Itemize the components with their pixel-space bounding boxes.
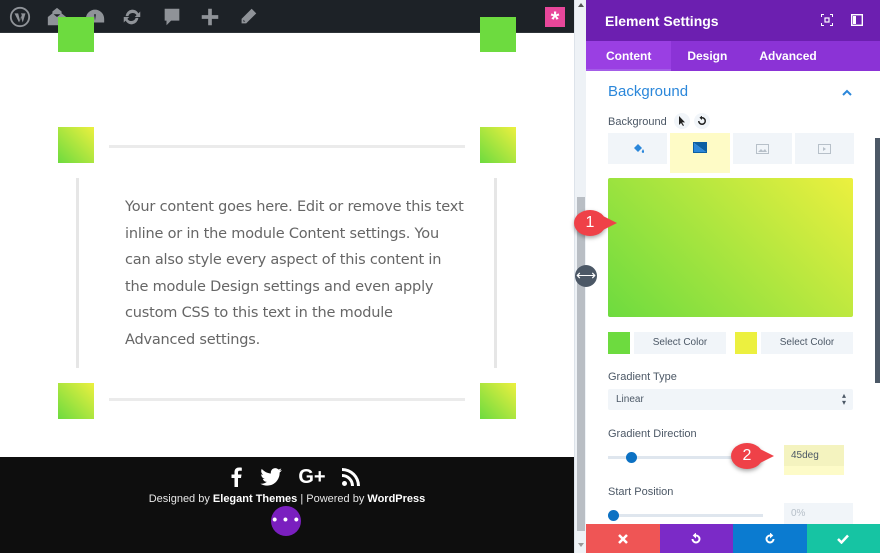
google-plus-icon[interactable]: G+ (296, 463, 328, 491)
start-position-slider-handle[interactable] (608, 510, 619, 521)
tab-advanced[interactable]: Advanced (743, 41, 832, 71)
updates-icon[interactable] (120, 5, 144, 29)
background-label: Background (608, 116, 667, 128)
element-settings-panel: Element Settings Content Design Advanced… (586, 0, 880, 553)
discard-button[interactable] (586, 524, 660, 553)
border-line-left (76, 178, 79, 368)
panel-action-buttons (586, 524, 880, 553)
gradient-square (58, 383, 94, 419)
divi-builder-badge[interactable]: * (545, 7, 565, 32)
bg-tab-video[interactable] (794, 133, 854, 164)
gradient-square (58, 127, 94, 163)
start-position-input[interactable]: 0% (784, 503, 853, 524)
annotation-marker-2: 2 (731, 443, 774, 469)
start-position-label: Start Position (608, 486, 674, 498)
comments-icon[interactable] (160, 5, 184, 29)
footer-credits: Designed by Elegant Themes | Powered by … (0, 493, 574, 505)
credits-prefix: Designed by (148, 493, 213, 505)
border-line-right (494, 178, 497, 368)
divider-line (109, 398, 465, 401)
panel-scrollbar-thumb[interactable] (875, 138, 880, 383)
gradient-direction-input[interactable]: 45deg (784, 445, 844, 466)
gradient-icon (692, 142, 707, 153)
fullscreen-icon[interactable] (821, 14, 833, 26)
select-arrows-icon: ▴ ▾ (841, 391, 846, 407)
redo-icon (765, 532, 775, 543)
gradient-square-top-right (480, 17, 516, 52)
divider-line (109, 145, 465, 148)
gradient-direction-label: Gradient Direction (608, 428, 697, 440)
gradient-type-value: Linear (616, 394, 644, 405)
select-start-color-button[interactable]: Select Color (634, 332, 726, 354)
page-preview: * Your content goes here. Edit or remove… (0, 0, 574, 553)
bg-tab-gradient[interactable] (670, 133, 730, 173)
gradient-type-select[interactable]: Linear ▴ ▾ (608, 389, 853, 410)
new-content-icon[interactable] (198, 5, 222, 29)
checkmark-icon (837, 534, 850, 544)
bg-tab-color[interactable] (608, 133, 668, 164)
gradient-start-swatch[interactable] (608, 332, 630, 354)
bg-tab-image[interactable] (732, 133, 792, 164)
undo-icon (691, 532, 701, 543)
credits-platform-link[interactable]: WordPress (367, 493, 425, 505)
tab-content[interactable]: Content (586, 41, 672, 71)
background-type-tabs (608, 133, 854, 173)
panel-title: Element Settings (605, 13, 719, 29)
gradient-square (480, 383, 516, 419)
close-icon (617, 533, 628, 544)
undo-button[interactable] (659, 524, 733, 553)
gradient-square-top-left (58, 17, 94, 52)
redo-button[interactable] (733, 524, 807, 553)
more-options-button[interactable]: • • • (271, 506, 301, 536)
divi-builder-screen: * Your content goes here. Edit or remove… (0, 0, 880, 553)
panel-header: Element Settings (586, 0, 880, 41)
text-module-content[interactable]: Your content goes here. Edit or remove t… (125, 194, 465, 353)
start-position-slider[interactable] (608, 514, 763, 517)
edit-icon[interactable] (236, 5, 260, 29)
wordpress-icon[interactable] (8, 5, 32, 29)
chevron-up-icon[interactable] (840, 86, 854, 100)
settings-tabs: Content Design Advanced (586, 41, 880, 71)
resize-handle-icon[interactable]: ⟷ (575, 265, 597, 287)
gradient-preview[interactable] (608, 178, 853, 317)
section-title-background[interactable]: Background (608, 83, 688, 100)
dock-sidebar-icon[interactable] (851, 14, 863, 26)
gradient-end-swatch[interactable] (735, 332, 757, 354)
credits-brand-link[interactable]: Elegant Themes (213, 493, 297, 505)
pointer-icon[interactable] (674, 113, 690, 129)
scrollbar-thumb[interactable] (577, 197, 585, 531)
image-icon (755, 143, 769, 154)
input-highlight (784, 465, 844, 475)
annotation-marker-1: 1 (574, 210, 617, 236)
scroll-down-arrow-icon[interactable] (578, 543, 584, 547)
tab-design[interactable]: Design (671, 41, 743, 71)
twitter-icon[interactable] (258, 463, 284, 491)
credits-middle: | Powered by (297, 493, 368, 505)
site-footer (0, 457, 574, 553)
select-end-color-button[interactable]: Select Color (761, 332, 853, 354)
reset-icon[interactable] (694, 113, 710, 129)
facebook-icon[interactable] (226, 463, 246, 491)
paint-bucket-icon (633, 143, 644, 153)
save-button[interactable] (806, 524, 880, 553)
rss-icon[interactable] (340, 463, 362, 491)
scroll-up-arrow-icon[interactable] (578, 3, 584, 7)
gradient-type-label: Gradient Type (608, 371, 677, 383)
gradient-direction-slider-handle[interactable] (626, 452, 637, 463)
video-icon (817, 143, 831, 154)
gradient-square (480, 127, 516, 163)
